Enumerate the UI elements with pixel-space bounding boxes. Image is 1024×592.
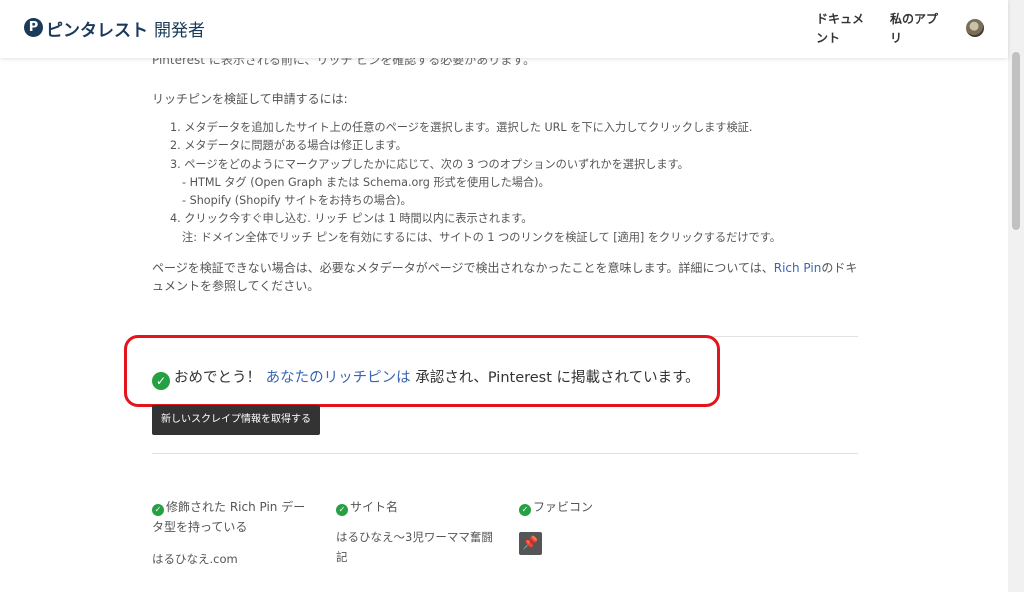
user-avatar[interactable] (966, 19, 984, 37)
rich-pin-docs-link[interactable]: Rich Pin (774, 261, 822, 275)
step-item: 4. クリック今すぐ申し込む. リッチ ピンは 1 時間以内に表示されます。 (170, 212, 533, 226)
step-subitem: - Shopify (Shopify サイトをお持ちの場合)。 (182, 194, 412, 208)
check-circle-icon: ✓ (336, 504, 348, 516)
brand-sub: 開発者 (154, 21, 205, 41)
brand-title[interactable]: ピンタレスト 開発者 (46, 16, 205, 41)
section-divider (152, 453, 858, 454)
top-header: P ピンタレスト 開発者 ドキュメント 私のアプリ (0, 0, 1008, 58)
detail-label: サイト名 (350, 500, 399, 514)
detail-value: はるひなえ.com (152, 552, 238, 566)
step-subitem: - HTML タグ (Open Graph または Schema.org 形式を… (182, 175, 550, 189)
pin-icon: 📌 (519, 532, 542, 555)
highlight-outline (124, 335, 720, 407)
scrollbar-thumb[interactable] (1012, 52, 1020, 230)
detail-value: はるひなえ～3児ワーママ奮闘記 (336, 530, 493, 564)
steps-list: 1. メタデータを追加したサイト上の任意のページを選択します。選択した URL … (170, 119, 781, 247)
fetch-new-scrape-button[interactable]: 新しいスクレイプ情報を取得する (152, 405, 320, 435)
step-item: 3. ページをどのようにマークアップしたかに応じて、次の 3 つのオプションのい… (170, 157, 689, 171)
page-scrollbar[interactable] (1008, 0, 1024, 592)
detail-site-name: ✓ サイト名 はるひなえ～3児ワーママ奮闘記 (336, 497, 496, 567)
detail-favicon: ✓ ファビコン (519, 497, 659, 517)
detail-label: 修飾された Rich Pin データ型を持っている (152, 500, 306, 534)
step-item: 2. メタデータに問題がある場合は修正します。 (170, 139, 407, 153)
check-circle-icon: ✓ (152, 504, 164, 516)
not-verified-before: ページを検証できない場合は、必要なメタデータがページで検出されなかったことを意味… (152, 261, 774, 275)
detail-rich-pin-type: ✓ 修飾された Rich Pin データ型を持っている はるひなえ.com (152, 497, 312, 569)
pinterest-logo-icon[interactable]: P (24, 18, 43, 37)
step-item: 1. メタデータを追加したサイト上の任意のページを選択します。選択した URL … (170, 121, 753, 134)
not-verified-text: ページを検証できない場合は、必要なメタデータがページで検出されなかったことを意味… (152, 259, 858, 295)
nav-my-apps-link[interactable]: 私のアプリ (890, 10, 942, 48)
nav-docs-link[interactable]: ドキュメント (816, 10, 868, 48)
brand-name: ピンタレスト (46, 21, 148, 41)
step-note: 注: ドメイン全体でリッチ ピンを有効にするには、サイトの 1 つのリンクを検証… (182, 230, 781, 244)
apply-heading: リッチピンを検証して申請するには: (152, 92, 348, 106)
detail-label: ファビコン (533, 500, 594, 514)
check-circle-icon: ✓ (519, 504, 531, 516)
